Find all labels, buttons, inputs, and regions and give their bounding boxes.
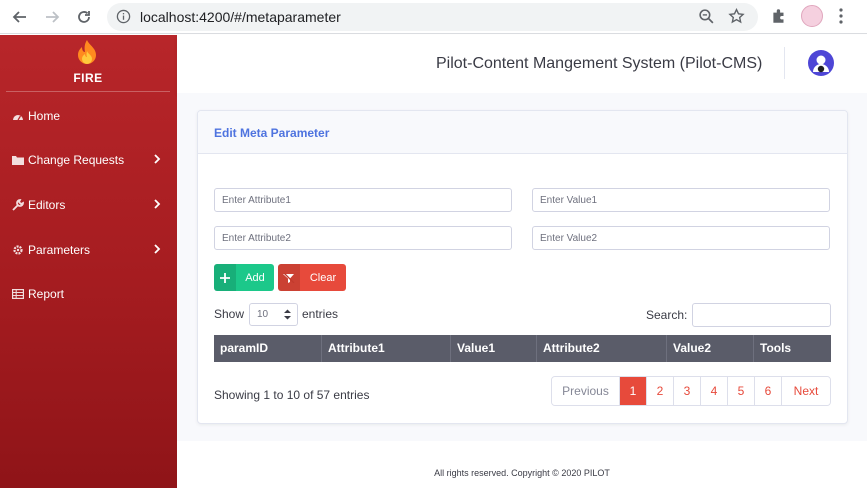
card-header: Edit Meta Parameter (198, 111, 847, 154)
chevron-right-icon (153, 153, 161, 167)
footer: All rights reserved. Copyright © 2020 PI… (177, 441, 867, 488)
pagination-page[interactable]: 4 (701, 377, 728, 405)
forward-button[interactable] (40, 5, 64, 29)
column-header-attribute2[interactable]: Attribute2 (537, 335, 667, 362)
folder-icon (12, 154, 24, 166)
plus-icon (214, 264, 236, 291)
pagination-next[interactable]: Next (782, 377, 830, 405)
brand-name: FIRE (73, 71, 103, 85)
user-icon (813, 55, 829, 73)
copyright-text: All rights reserved. Copyright © 2020 PI… (434, 468, 610, 478)
column-header-value1[interactable]: Value1 (451, 335, 537, 362)
sidebar-item-change-requests[interactable]: Change Requests (0, 149, 177, 171)
clear-filter-icon (278, 264, 300, 291)
back-arrow-icon (12, 11, 26, 23)
table-header: paramID Attribute1 Value1 Attribute2 Val… (214, 335, 831, 362)
sidebar-item-parameters[interactable]: Parameters (0, 239, 177, 261)
chevron-right-icon (153, 198, 161, 212)
cog-icon (12, 244, 24, 256)
column-header-value2[interactable]: Value2 (667, 335, 754, 362)
column-header-attribute1[interactable]: Attribute1 (322, 335, 451, 362)
site-info-icon[interactable] (116, 9, 131, 29)
value2-input[interactable] (532, 226, 830, 250)
sidebar-item-editors[interactable]: Editors (0, 194, 177, 216)
table-icon (12, 288, 24, 300)
sidebar-item-report[interactable]: Report (0, 283, 177, 305)
app-title: Pilot-Content Mangement System (Pilot-CM… (436, 55, 763, 72)
pagination-page[interactable]: 2 (647, 377, 674, 405)
attribute1-input[interactable] (214, 188, 512, 212)
topbar: Pilot-Content Mangement System (Pilot-CM… (177, 35, 867, 93)
browser-toolbar: localhost:4200/#/metaparameter (0, 0, 867, 34)
topbar-divider (784, 47, 785, 79)
forward-arrow-icon (46, 11, 60, 23)
sidebar-item-label: Change Requests (28, 153, 125, 167)
column-header-tools[interactable]: Tools (754, 335, 831, 362)
browser-menu-icon[interactable] (838, 7, 844, 30)
address-bar[interactable]: localhost:4200/#/metaparameter (107, 3, 758, 31)
pagination-previous[interactable]: Previous (552, 377, 620, 405)
main-content: Edit Meta Parameter Add Clear Show 10 en… (177, 93, 867, 441)
sidebar-item-label: Report (28, 287, 65, 301)
column-header-paramid[interactable]: paramID (214, 335, 322, 362)
sidebar-item-label: Home (28, 109, 61, 123)
sidebar: FIRE Home Change Requests Editors Parame… (0, 35, 177, 488)
table-search-input[interactable] (692, 303, 831, 327)
clear-button-label: Clear (309, 271, 337, 284)
card-title: Edit Meta Parameter (214, 126, 330, 140)
profile-avatar[interactable] (801, 5, 823, 27)
dashboard-icon (12, 110, 24, 122)
edit-meta-parameter-card: Edit Meta Parameter Add Clear Show 10 en… (197, 110, 848, 424)
pagination-page[interactable]: 3 (674, 377, 701, 405)
zoom-icon[interactable] (698, 8, 715, 30)
pagination-page[interactable]: 6 (755, 377, 782, 405)
sidebar-item-label: Parameters (28, 243, 91, 257)
pagination: Previous 1 2 3 4 5 6 Next (551, 376, 831, 406)
add-button-label: Add (245, 271, 265, 284)
page-size-value: 10 (257, 309, 269, 320)
sidebar-item-label: Editors (28, 198, 66, 212)
wrench-icon (12, 199, 24, 211)
table-info: Showing 1 to 10 of 57 entries (214, 388, 370, 402)
user-avatar[interactable] (808, 50, 834, 76)
brand[interactable]: FIRE (6, 35, 170, 92)
reload-icon (78, 11, 90, 23)
search-label: Search: (646, 308, 688, 322)
pagination-page[interactable]: 5 (728, 377, 755, 405)
bookmark-star-icon[interactable] (728, 7, 745, 30)
value1-input[interactable] (532, 188, 830, 212)
extensions-puzzle-icon[interactable] (770, 7, 788, 30)
page-size-select[interactable]: 10 (249, 303, 298, 326)
sidebar-item-home[interactable]: Home (0, 105, 177, 127)
show-label: Show (214, 307, 245, 321)
clear-button[interactable]: Clear (278, 264, 346, 291)
fire-logo-icon (76, 39, 98, 72)
attribute2-input[interactable] (214, 226, 512, 250)
reload-button[interactable] (72, 5, 96, 29)
select-arrows-icon (284, 309, 291, 323)
pagination-page[interactable]: 1 (620, 377, 647, 405)
add-button[interactable]: Add (214, 264, 274, 291)
entries-label: entries (302, 307, 339, 321)
chevron-right-icon (153, 243, 161, 257)
url-text[interactable]: localhost:4200/#/metaparameter (140, 9, 341, 25)
back-button[interactable] (8, 5, 32, 29)
